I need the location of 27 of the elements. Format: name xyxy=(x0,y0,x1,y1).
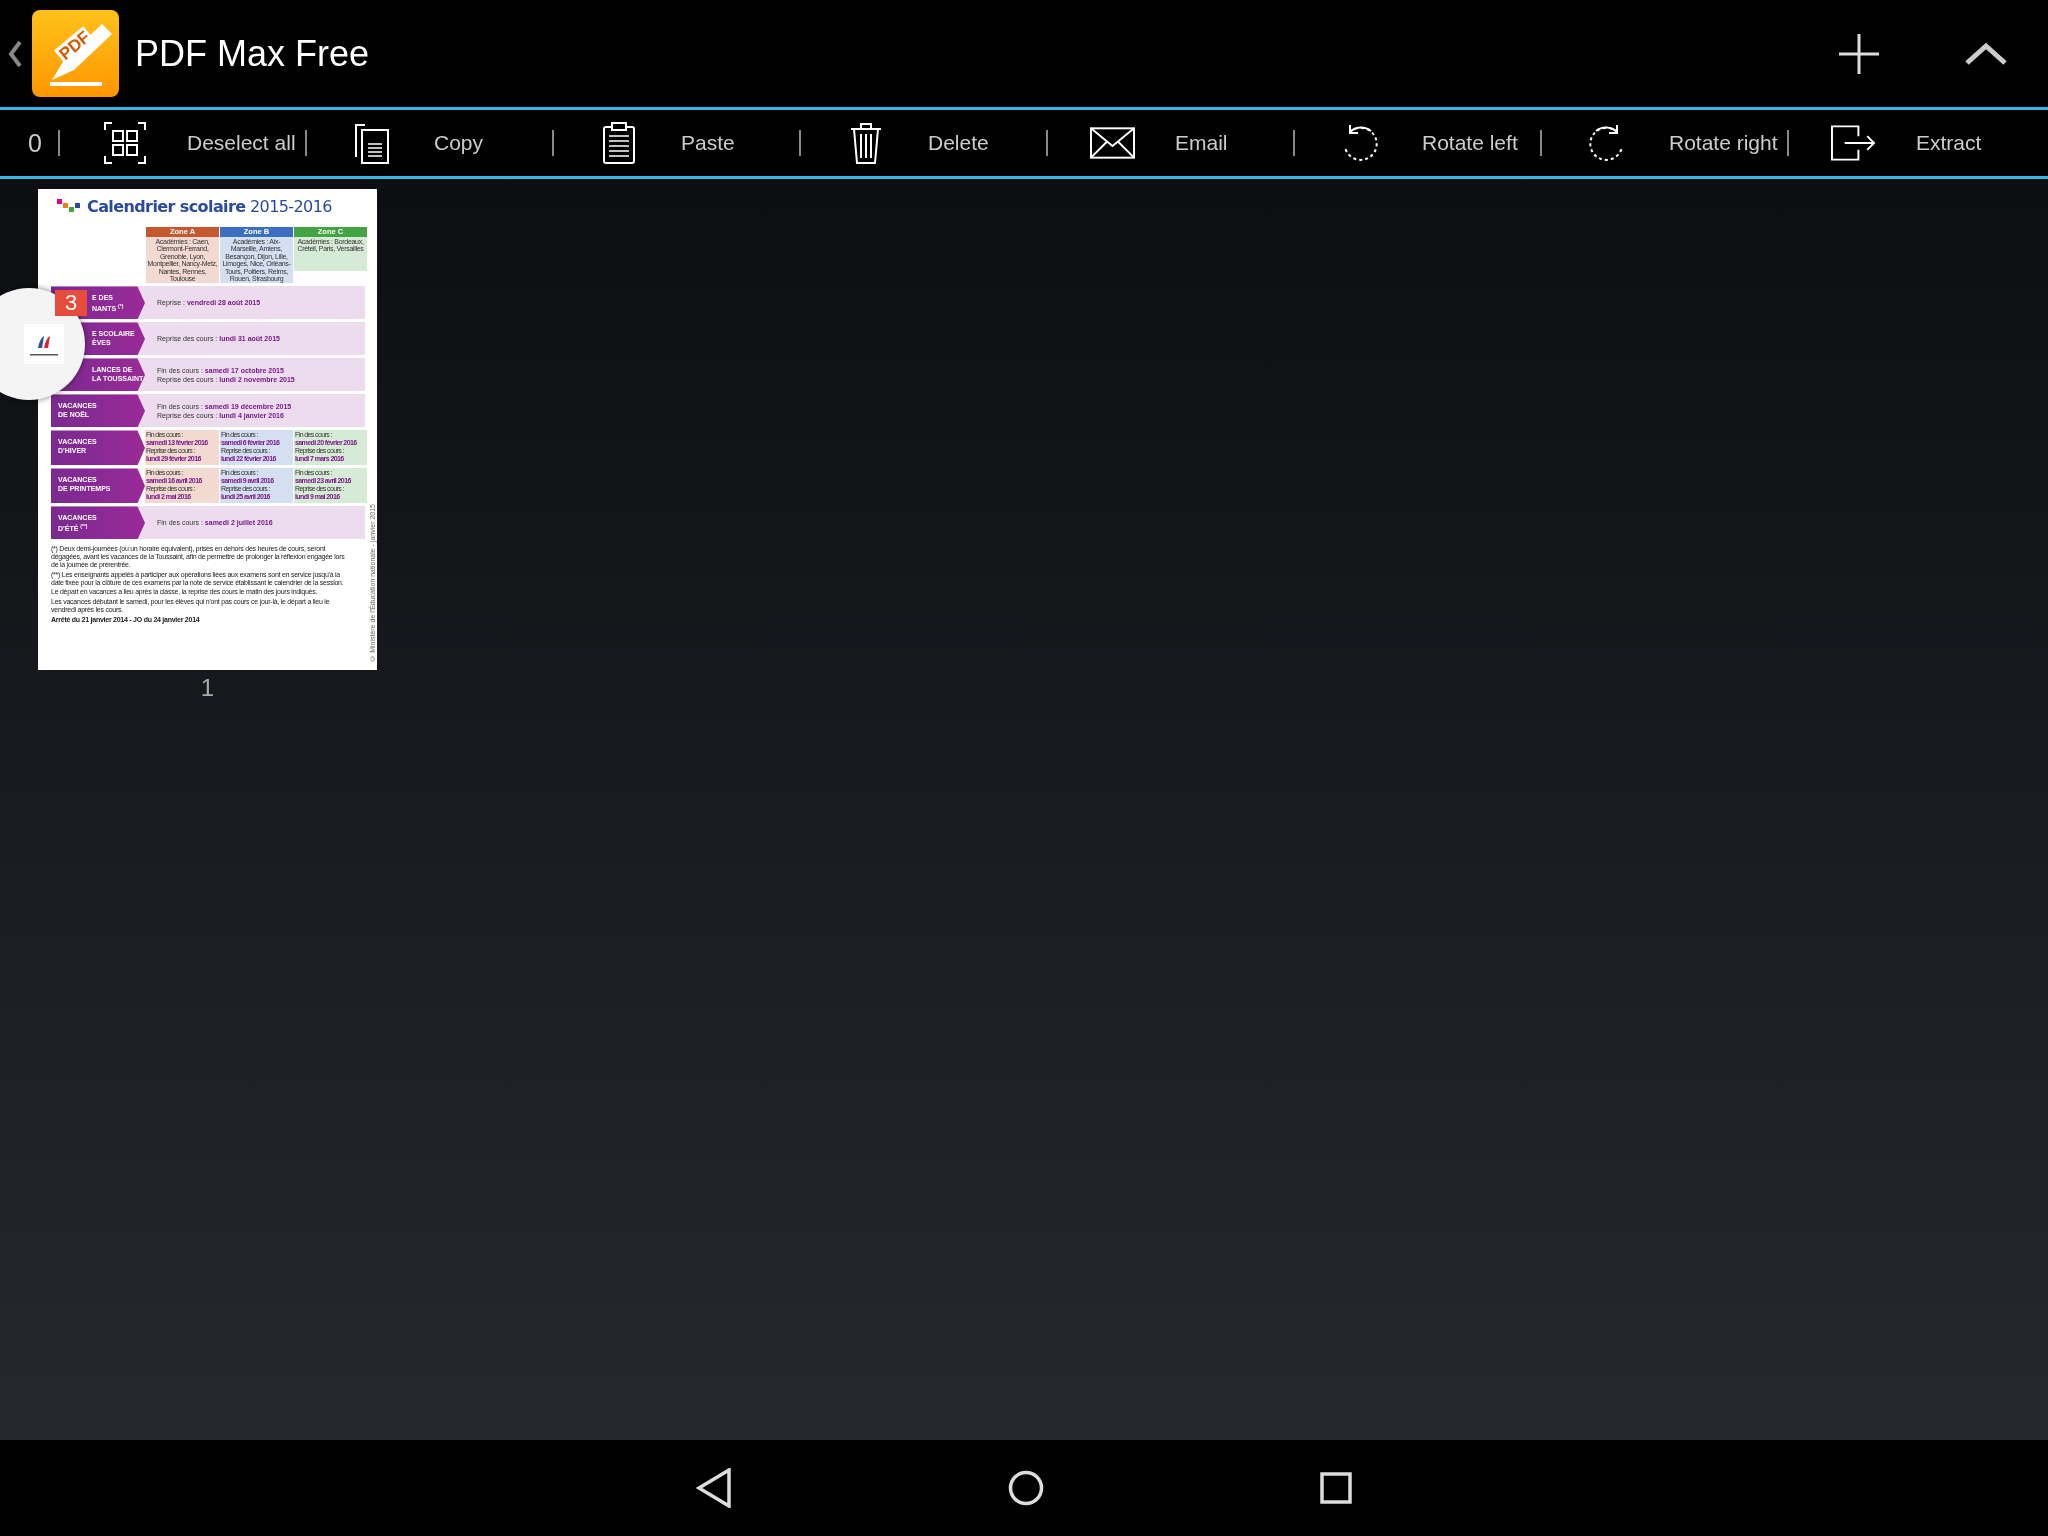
toolbar-button[interactable]: Rotate left xyxy=(1295,113,1540,173)
select-grid-icon xyxy=(103,122,146,164)
trash-icon xyxy=(849,122,882,164)
page-number: 1 xyxy=(199,674,216,702)
export-icon xyxy=(1831,125,1876,161)
envelope-icon xyxy=(1090,127,1135,159)
toolbar-button[interactable]: Copy xyxy=(307,113,552,173)
toolbar-button[interactable]: Email xyxy=(1048,113,1293,173)
recents-icon[interactable] xyxy=(1320,1472,1352,1504)
home-icon[interactable] xyxy=(1008,1470,1044,1506)
flag-logo-icon xyxy=(24,324,64,364)
notification-badge: 3 xyxy=(55,290,87,316)
toolbar-button[interactable]: Deselect all xyxy=(60,113,305,173)
page-thumbnail[interactable] xyxy=(38,189,377,670)
document-title: Calendrier scolaire 2015-2016 xyxy=(87,196,332,216)
back-icon[interactable] xyxy=(8,40,22,67)
copy-icon xyxy=(354,122,389,164)
toolbar-button[interactable]: Rotate right xyxy=(1542,113,1787,173)
toolbar-button[interactable]: Delete xyxy=(801,113,1046,173)
toolbar-button[interactable]: Paste xyxy=(554,113,799,173)
toolbar-button[interactable]: Extract xyxy=(1789,113,2034,173)
collapse-icon[interactable] xyxy=(1964,41,2008,66)
add-icon[interactable] xyxy=(1838,32,1880,75)
clipboard-icon xyxy=(601,122,636,164)
selection-count: 0 xyxy=(28,128,43,158)
logo-squares-icon xyxy=(57,199,81,213)
app-title: PDF Max Free xyxy=(135,32,371,75)
